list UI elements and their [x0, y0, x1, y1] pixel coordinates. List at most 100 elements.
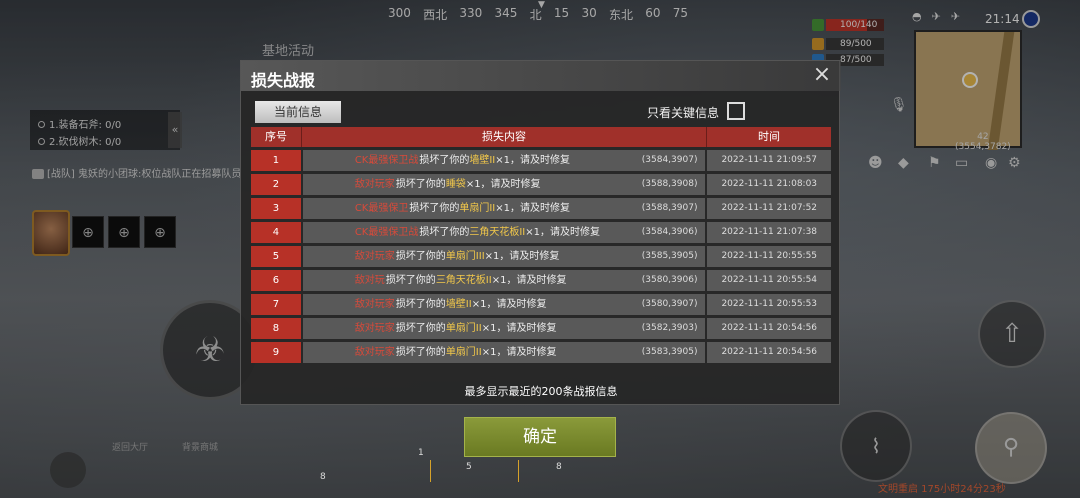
hotbar-slot-number: 8	[320, 472, 326, 482]
row-content: CK最强保卫损坏了你的单扇门II×1，请及时修复 (3588,3907)	[302, 198, 706, 219]
damage-position: (3588,3908)	[641, 179, 698, 189]
damage-position: (3583,3905)	[641, 347, 698, 357]
damaged-item: 单扇门II	[459, 203, 496, 214]
damaged-item: 单扇门II	[445, 347, 482, 358]
footnote: 最多显示最近的200条战报信息	[464, 385, 618, 398]
damage-verb: 损坏了你的	[395, 347, 446, 358]
damaged-item: 墙壁II	[469, 155, 496, 166]
repair-hint: ×1，请及时修复	[465, 179, 541, 190]
damage-verb: 损坏了你的	[395, 323, 446, 334]
hotbar-number: 5	[466, 462, 472, 472]
row-time: 2022-11-11 21:07:52	[707, 198, 831, 219]
attacker-name: CK最强保卫战	[354, 227, 419, 238]
repair-hint: ×1，请及时修复	[495, 155, 571, 166]
row-content: 敌对玩家损坏了你的墙壁II×1，请及时修复 (3580,3907)	[302, 294, 706, 315]
table-row: 3 CK最强保卫损坏了你的单扇门II×1，请及时修复 (3588,3907) 2022…	[251, 198, 831, 219]
table-row: 9 敌对玩家损坏了你的单扇门II×1，请及时修复 (3583,3905) 2022-1…	[251, 342, 831, 363]
attacker-name: 敌对玩	[354, 275, 385, 286]
row-time: 2022-11-11 21:07:38	[707, 222, 831, 243]
confirm-button[interactable]: 确定	[464, 417, 616, 457]
loss-table: 序号 损失内容 时间 1 CK最强保卫战损坏了你的墙壁II×1，请及时修复 (358…	[251, 127, 831, 363]
table-row: 5 敌对玩家损坏了你的单扇门III×1，请及时修复 (3585,3905) 2022-…	[251, 246, 831, 267]
damaged-item: 单扇门II	[445, 323, 482, 334]
row-index: 9	[251, 342, 301, 363]
damaged-item: 三角天花板II	[435, 275, 492, 286]
row-index: 6	[251, 270, 301, 291]
attacker-name: 敌对玩家	[354, 299, 395, 310]
damage-position: (3584,3906)	[641, 227, 698, 237]
damage-verb: 损坏了你的	[419, 227, 470, 238]
repair-hint: ×1，请及时修复	[484, 251, 560, 262]
hotbar-tick	[518, 460, 519, 482]
table-row: 1 CK最强保卫战损坏了你的墙壁II×1，请及时修复 (3584,3907) 2022…	[251, 150, 831, 171]
row-time: 2022-11-11 20:55:53	[707, 294, 831, 315]
repair-hint: ×1，请及时修复	[471, 299, 547, 310]
table-row: 4 CK最强保卫战损坏了你的三角天花板II×1，请及时修复 (3584,3906) 2…	[251, 222, 831, 243]
damage-position: (3582,3903)	[641, 323, 698, 333]
damaged-item: 睡袋	[445, 179, 466, 190]
damage-position: (3584,3907)	[641, 155, 698, 165]
attacker-name: 敌对玩家	[354, 347, 395, 358]
damage-position: (3580,3907)	[641, 299, 698, 309]
row-content: 敌对玩家损坏了你的单扇门II×1，请及时修复 (3583,3905)	[302, 342, 706, 363]
repair-hint: ×1，请及时修复	[481, 347, 557, 358]
hotbar-number: 1	[418, 448, 424, 458]
loss-report-dialog: 损失战报 × 当前信息 只看关键信息 序号 损失内容 时间 1 CK最强保卫战损坏…	[240, 60, 841, 405]
table-row: 7 敌对玩家损坏了你的墙壁II×1，请及时修复 (3580,3907) 2022-11…	[251, 294, 831, 315]
table-row: 6 敌对玩损坏了你的三角天花板II×1，请及时修复 (3580,3906) 2022-…	[251, 270, 831, 291]
damage-position: (3588,3907)	[641, 203, 698, 213]
hotbar-tick	[430, 460, 431, 482]
row-time: 2022-11-11 21:08:03	[707, 174, 831, 195]
row-content: CK最强保卫战损坏了你的墙壁II×1，请及时修复 (3584,3907)	[302, 150, 706, 171]
row-index: 4	[251, 222, 301, 243]
damaged-item: 墙壁II	[445, 299, 472, 310]
damage-verb: 损坏了你的	[395, 179, 446, 190]
row-time: 2022-11-11 20:54:56	[707, 342, 831, 363]
column-header-content: 损失内容	[301, 127, 707, 147]
row-index: 2	[251, 174, 301, 195]
row-content: CK最强保卫战损坏了你的三角天花板II×1，请及时修复 (3584,3906)	[302, 222, 706, 243]
row-time: 2022-11-11 21:09:57	[707, 150, 831, 171]
repair-hint: ×1，请及时修复	[491, 275, 567, 286]
row-content: 敌对玩家损坏了你的睡袋×1，请及时修复 (3588,3908)	[302, 174, 706, 195]
table-header: 序号 损失内容 时间	[251, 127, 831, 147]
damage-verb: 损坏了你的	[409, 203, 460, 214]
hotbar-strip: 8 1 5 8	[318, 448, 878, 486]
damage-verb: 损坏了你的	[395, 251, 446, 262]
row-index: 8	[251, 318, 301, 339]
damage-verb: 损坏了你的	[385, 275, 436, 286]
attacker-name: CK最强保卫	[354, 203, 409, 214]
row-time: 2022-11-11 20:54:56	[707, 318, 831, 339]
row-index: 5	[251, 246, 301, 267]
row-index: 1	[251, 150, 301, 171]
repair-hint: ×1，请及时修复	[481, 323, 557, 334]
dialog-header: 损失战报 ×	[241, 61, 841, 91]
table-row: 8 敌对玩家损坏了你的单扇门II×1，请及时修复 (3582,3903) 2022-1…	[251, 318, 831, 339]
column-header-time: 时间	[758, 130, 780, 143]
row-content: 敌对玩家损坏了你的单扇门III×1，请及时修复 (3585,3905)	[302, 246, 706, 267]
key-info-checkbox[interactable]	[727, 102, 745, 120]
damage-position: (3585,3905)	[641, 251, 698, 261]
damage-position: (3580,3906)	[641, 275, 698, 285]
attacker-name: 敌对玩家	[354, 251, 395, 262]
close-icon[interactable]: ×	[809, 63, 835, 89]
repair-hint: ×1，请及时修复	[495, 203, 571, 214]
row-index: 7	[251, 294, 301, 315]
repair-hint: ×1，请及时修复	[525, 227, 601, 238]
damaged-item: 单扇门III	[445, 251, 485, 262]
attacker-name: CK最强保卫战	[354, 155, 419, 166]
column-header-index: 序号	[265, 130, 287, 143]
hotbar-number: 8	[556, 462, 562, 472]
damaged-item: 三角天花板II	[469, 227, 526, 238]
row-content: 敌对玩家损坏了你的单扇门II×1，请及时修复 (3582,3903)	[302, 318, 706, 339]
damage-verb: 损坏了你的	[419, 155, 470, 166]
row-index: 3	[251, 198, 301, 219]
table-row: 2 敌对玩家损坏了你的睡袋×1，请及时修复 (3588,3908) 2022-11-1…	[251, 174, 831, 195]
damage-verb: 损坏了你的	[395, 299, 446, 310]
key-info-filter-label: 只看关键信息	[647, 106, 720, 120]
attacker-name: 敌对玩家	[354, 179, 395, 190]
tab-current-info[interactable]: 当前信息	[255, 101, 341, 123]
attacker-name: 敌对玩家	[354, 323, 395, 334]
row-content: 敌对玩损坏了你的三角天花板II×1，请及时修复 (3580,3906)	[302, 270, 706, 291]
row-time: 2022-11-11 20:55:55	[707, 246, 831, 267]
